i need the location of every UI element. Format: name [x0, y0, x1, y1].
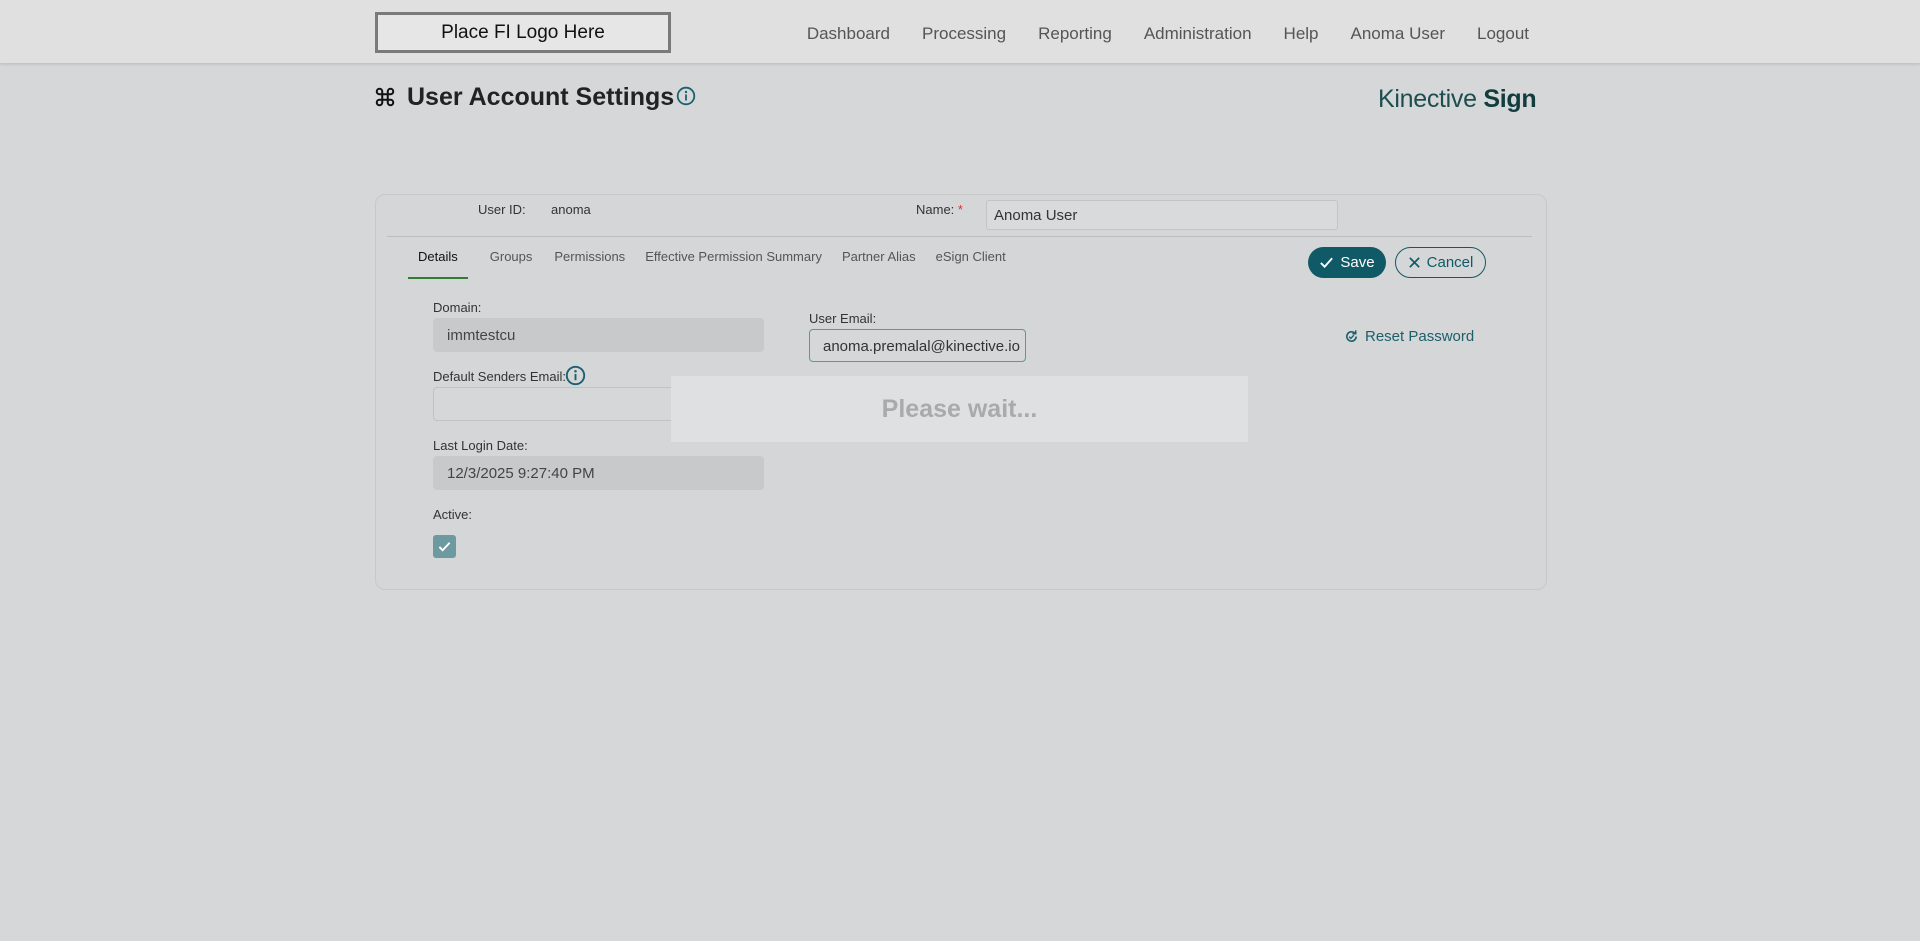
- tab-bar: Details Groups Permissions Effective Per…: [408, 240, 1016, 279]
- domain-field: immtestcu: [433, 318, 764, 352]
- tab-esign-client[interactable]: eSign Client: [926, 240, 1016, 277]
- check-icon: [1320, 257, 1334, 269]
- nav-logout[interactable]: Logout: [1477, 24, 1529, 44]
- brand-name-bold: Sign: [1483, 85, 1537, 113]
- active-label: Active:: [433, 507, 473, 522]
- logo-placeholder[interactable]: Place FI Logo Here: [375, 12, 671, 53]
- name-label-text: Name:: [916, 202, 955, 217]
- name-input[interactable]: Anoma User: [986, 200, 1338, 230]
- user-id-value: anoma: [551, 202, 591, 217]
- nav-reporting[interactable]: Reporting: [1038, 24, 1112, 44]
- last-login-label: Last Login Date:: [433, 438, 528, 453]
- active-checkbox[interactable]: [433, 535, 456, 558]
- header-divider: [387, 236, 1532, 237]
- tab-permissions[interactable]: Permissions: [544, 240, 635, 277]
- default-senders-label: Default Senders Email:: [433, 369, 566, 384]
- reset-icon: [1346, 330, 1357, 342]
- close-icon: [1408, 257, 1420, 268]
- reset-password-label: Reset Password: [1365, 328, 1475, 345]
- tab-effective-permission-summary[interactable]: Effective Permission Summary: [635, 240, 832, 277]
- last-login-field: 12/3/2025 9:27:40 PM: [433, 456, 764, 490]
- command-icon: [375, 87, 395, 107]
- save-button-label: Save: [1340, 254, 1375, 271]
- brand-logo: Kinective Sign: [1378, 85, 1537, 114]
- nav-processing[interactable]: Processing: [922, 24, 1006, 44]
- reset-password-link[interactable]: Reset Password: [1344, 328, 1474, 345]
- domain-label: Domain:: [433, 300, 482, 315]
- page-title: User Account Settings: [407, 83, 675, 111]
- tab-partner-alias[interactable]: Partner Alias: [832, 240, 926, 277]
- main-nav: Dashboard Processing Reporting Administr…: [807, 0, 1529, 68]
- nav-user-menu[interactable]: Anoma User: [1351, 24, 1445, 44]
- user-email-field[interactable]: anoma.premalal@kinective.io: [809, 329, 1026, 362]
- info-icon[interactable]: [676, 86, 696, 106]
- nav-help[interactable]: Help: [1284, 24, 1319, 44]
- nav-dashboard[interactable]: Dashboard: [807, 24, 890, 44]
- required-marker: *: [957, 202, 963, 217]
- info-icon[interactable]: [565, 365, 586, 386]
- cancel-button-label: Cancel: [1426, 254, 1474, 271]
- save-button[interactable]: Save: [1308, 247, 1386, 278]
- check-icon: [438, 542, 451, 552]
- top-navbar: Place FI Logo Here Dashboard Processing …: [0, 0, 1920, 63]
- tab-details[interactable]: Details: [408, 240, 468, 279]
- nav-administration[interactable]: Administration: [1144, 24, 1252, 44]
- cancel-button[interactable]: Cancel: [1395, 247, 1486, 278]
- user-id-label: User ID:: [478, 202, 526, 217]
- tab-groups[interactable]: Groups: [480, 240, 543, 277]
- user-email-label: User Email:: [809, 311, 877, 326]
- name-label: Name: *: [916, 202, 963, 217]
- brand-name-light: Kinective: [1378, 85, 1477, 113]
- please-wait-overlay: Please wait...: [671, 376, 1248, 442]
